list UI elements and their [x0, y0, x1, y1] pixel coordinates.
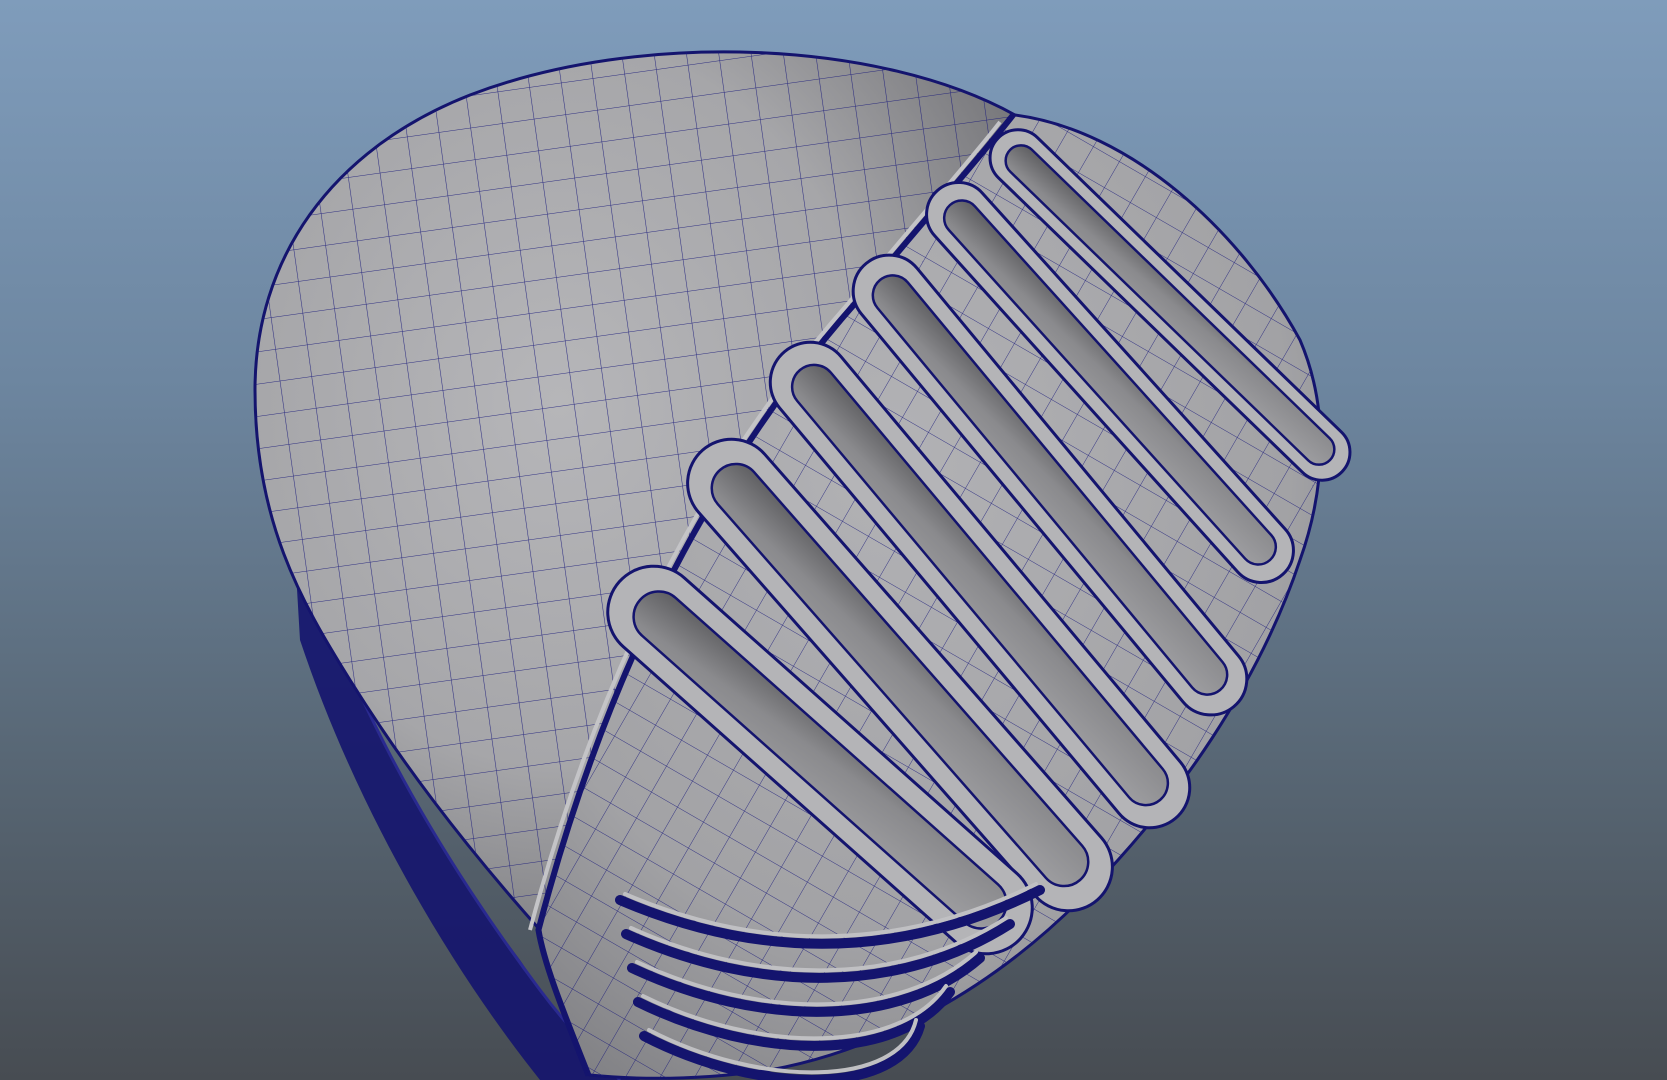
microphone-mesh-render[interactable]: [0, 0, 1667, 1080]
3d-viewport[interactable]: [0, 0, 1667, 1080]
